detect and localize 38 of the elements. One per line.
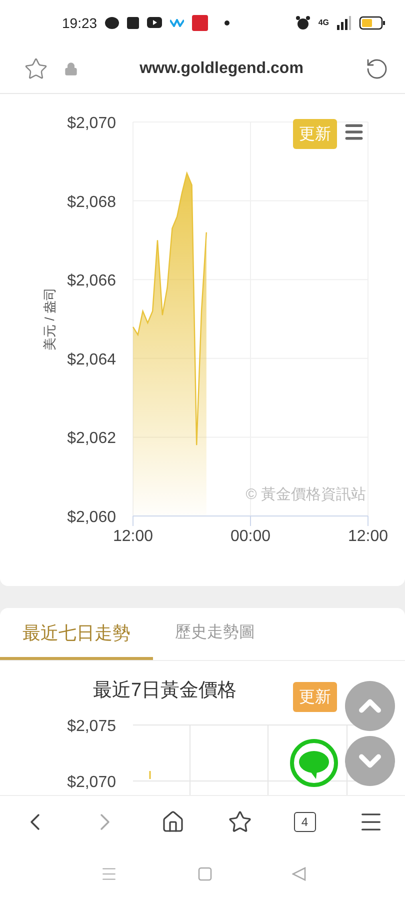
x-tick-label: 12:00 xyxy=(112,528,154,545)
y-tick-label: $2,066 xyxy=(67,272,116,290)
tabs-button[interactable]: 4 xyxy=(294,812,316,832)
x-tick-label: 12:00 xyxy=(348,528,388,545)
refresh-button[interactable]: 更新 xyxy=(293,682,337,712)
app-icon xyxy=(192,14,208,30)
square-app-icon xyxy=(127,16,140,28)
battery-icon xyxy=(359,16,385,30)
x-tick-label: 00:00 xyxy=(230,528,271,545)
home-icon[interactable] xyxy=(161,810,186,834)
chart-title: 最近7日黃金價格 xyxy=(93,680,237,701)
bookmarks-icon[interactable] xyxy=(228,810,252,834)
home-square-icon[interactable] xyxy=(198,867,212,881)
price-line xyxy=(149,771,151,779)
back-triangle-icon[interactable] xyxy=(292,867,306,881)
y-tick-label: $2,062 xyxy=(67,430,116,448)
network-label: 4G xyxy=(318,18,329,26)
url-text[interactable]: www.goldlegend.com xyxy=(78,60,365,78)
tab[interactable]: 歷史走勢圖 xyxy=(153,608,277,660)
lock-icon xyxy=(64,62,78,76)
status-time: 19:23 xyxy=(62,14,98,30)
y-tick-label: $2,075 xyxy=(67,718,116,735)
tab[interactable]: 最近七日走勢 xyxy=(0,608,153,660)
chart-menu-icon[interactable] xyxy=(343,121,365,143)
y-tick-label: $2,070 xyxy=(67,115,116,132)
y-axis-title: 美元 / 盎司 xyxy=(42,288,57,350)
play-icon xyxy=(147,17,162,28)
chart-credit: © 黃金價格資訊站 xyxy=(246,486,366,503)
bookmark-star-icon[interactable] xyxy=(24,57,48,81)
wave-icon xyxy=(170,18,184,26)
y-tick-label: $2,068 xyxy=(67,194,116,211)
chat-bubble-icon xyxy=(105,16,120,30)
y-tick-label: $2,060 xyxy=(67,509,116,526)
reload-icon[interactable] xyxy=(365,57,389,81)
y-tick-label: $2,070 xyxy=(67,774,116,791)
y-tick-label: $2,064 xyxy=(67,351,116,368)
signal-icon xyxy=(337,16,351,30)
dot-icon xyxy=(224,20,230,26)
